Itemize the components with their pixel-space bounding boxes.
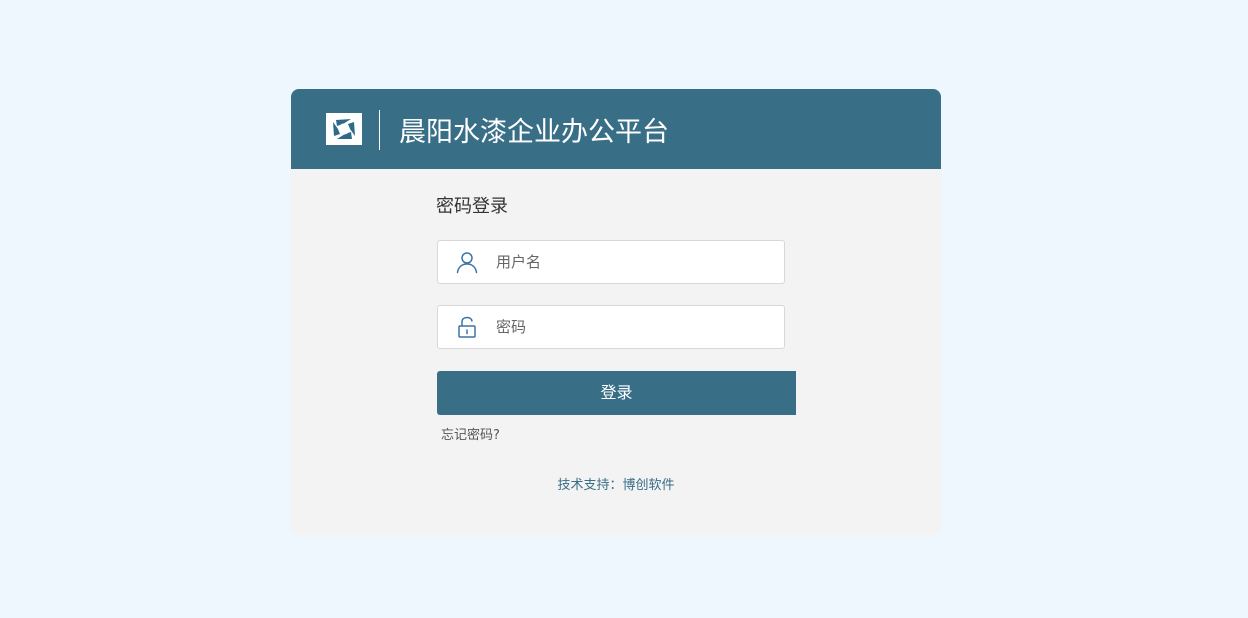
card-header: 晨阳水漆企业办公平台 [291,89,941,169]
username-input[interactable] [496,241,776,283]
password-input[interactable] [496,306,776,348]
login-method-title: 密码登录 [436,196,508,217]
username-field[interactable] [437,240,785,284]
forgot-password-link[interactable]: 忘记密码? [441,427,500,445]
company-logo-icon [326,113,362,145]
login-card: 晨阳水漆企业办公平台 密码登录 登录 忘记密码? 技术支持：博创软件 [291,89,941,535]
app-title: 晨阳水漆企业办公平台 [399,117,669,148]
header-divider [379,110,380,150]
login-button[interactable]: 登录 [437,371,796,415]
tech-support-text: 技术支持：博创软件 [557,478,675,493]
password-field[interactable] [437,305,785,349]
lock-icon [455,315,479,339]
user-icon [455,250,479,274]
